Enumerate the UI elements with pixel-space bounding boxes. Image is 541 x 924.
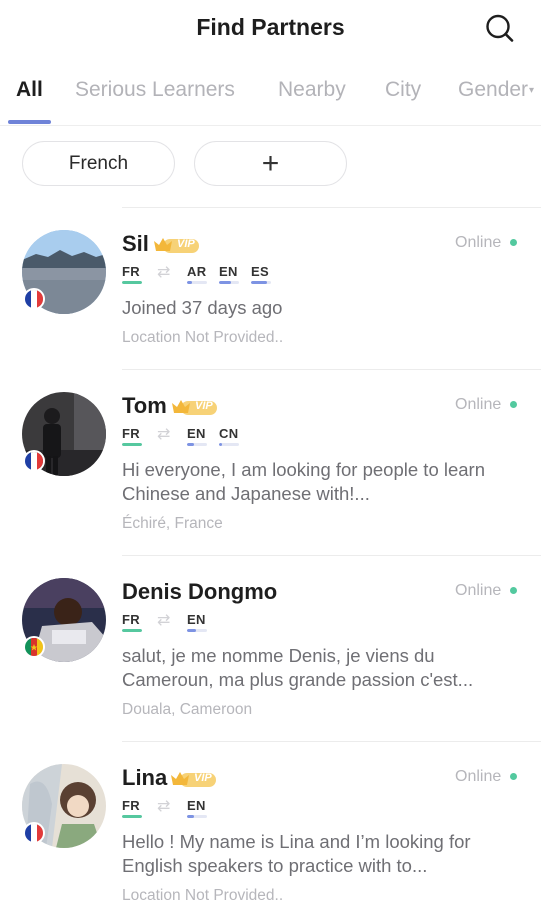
partner-card[interactable]: Lina VIP Online FR ⇄ EN Hello ! My name … <box>0 742 541 924</box>
cameroon-flag-icon <box>23 636 45 658</box>
learning-level-bar <box>251 281 271 284</box>
learning-language: AR <box>187 264 207 279</box>
native-language: FR <box>122 264 140 279</box>
search-icon <box>486 14 514 42</box>
learning-level-bar <box>187 815 207 818</box>
online-status: Online <box>455 234 502 251</box>
add-filter-button[interactable]: + <box>194 141 347 186</box>
online-dot <box>510 587 517 594</box>
exchange-arrows-icon: ⇄ <box>157 264 171 281</box>
native-language: FR <box>122 426 140 441</box>
tab-all[interactable]: All <box>16 78 43 102</box>
filter-tabs: All Serious Learners Nearby City Gender▾ <box>0 70 541 126</box>
vip-label: VIP <box>195 400 213 412</box>
vip-badge: VIP <box>153 236 199 254</box>
native-level-bar <box>122 443 142 446</box>
partner-bio: Hi everyone, I am looking for people to … <box>122 459 486 504</box>
native-level-bar <box>122 281 142 284</box>
partner-name: Tom <box>122 393 167 418</box>
plus-icon: + <box>261 146 280 180</box>
page-title: Find Partners <box>196 14 345 40</box>
exchange-arrows-icon: ⇄ <box>157 426 171 443</box>
vip-label: VIP <box>194 772 212 784</box>
partner-bio: Joined 37 days ago <box>122 297 283 318</box>
exchange-arrows-icon: ⇄ <box>157 612 171 629</box>
native-language: FR <box>122 612 140 627</box>
tab-nearby[interactable]: Nearby <box>278 78 346 102</box>
learning-language: EN <box>219 264 238 279</box>
france-flag-icon <box>23 288 45 310</box>
learning-level-bar <box>187 629 207 632</box>
online-status: Online <box>455 582 502 599</box>
learning-language: EN <box>187 426 206 441</box>
native-level-bar <box>122 815 142 818</box>
learning-level-bar <box>219 443 239 446</box>
partner-bio: Hello ! My name is Lina and I’m looking … <box>122 831 471 876</box>
learning-language: EN <box>187 798 206 813</box>
learning-level-bar <box>219 281 239 284</box>
caret-down-icon: ▾ <box>529 84 535 96</box>
online-dot <box>510 773 517 780</box>
partner-name: Denis Dongmo <box>122 579 278 604</box>
online-status: Online <box>455 396 502 413</box>
online-dot <box>510 239 517 246</box>
partner-location: Douala, Cameroon <box>122 701 253 718</box>
tab-gender[interactable]: Gender▾ <box>458 78 534 102</box>
active-tab-indicator <box>8 120 51 124</box>
tab-gender-label: Gender <box>458 78 529 101</box>
partner-bio: salut, je me nomme Denis, je viens du Ca… <box>122 645 474 690</box>
exchange-arrows-icon: ⇄ <box>157 798 171 815</box>
header: Find Partners <box>0 0 541 56</box>
vip-badge: VIP <box>170 770 216 788</box>
learning-level-bar <box>187 281 207 284</box>
online-status: Online <box>455 768 502 785</box>
learning-language: ES <box>251 264 269 279</box>
partner-location: Location Not Provided.. <box>122 887 284 904</box>
vip-badge: VIP <box>171 398 217 416</box>
partner-card[interactable]: Sil VIP Online FR ⇄ AR EN ES Joined 37 d… <box>0 208 541 368</box>
native-level-bar <box>122 629 142 632</box>
search-button[interactable] <box>482 11 518 47</box>
tab-serious-learners[interactable]: Serious Learners <box>75 78 235 102</box>
language-filter-pill[interactable]: French <box>22 141 175 186</box>
france-flag-icon <box>23 822 45 844</box>
partner-name: Lina <box>122 765 168 790</box>
partner-card[interactable]: Denis Dongmo Online FR ⇄ EN salut, je me… <box>0 556 541 740</box>
partner-card[interactable]: Tom VIP Online FR ⇄ EN CN Hi everyone, I… <box>0 370 541 554</box>
france-flag-icon <box>23 450 45 472</box>
online-dot <box>510 401 517 408</box>
learning-level-bar <box>187 443 207 446</box>
language-filter-label: French <box>68 152 129 174</box>
tab-city[interactable]: City <box>385 78 421 102</box>
learning-language: EN <box>187 612 206 627</box>
native-language: FR <box>122 798 140 813</box>
partner-location: Location Not Provided.. <box>122 329 284 346</box>
partner-location: Échiré, France <box>122 515 223 532</box>
vip-label: VIP <box>177 238 195 250</box>
learning-language: CN <box>219 426 239 441</box>
partner-name: Sil <box>122 231 149 256</box>
